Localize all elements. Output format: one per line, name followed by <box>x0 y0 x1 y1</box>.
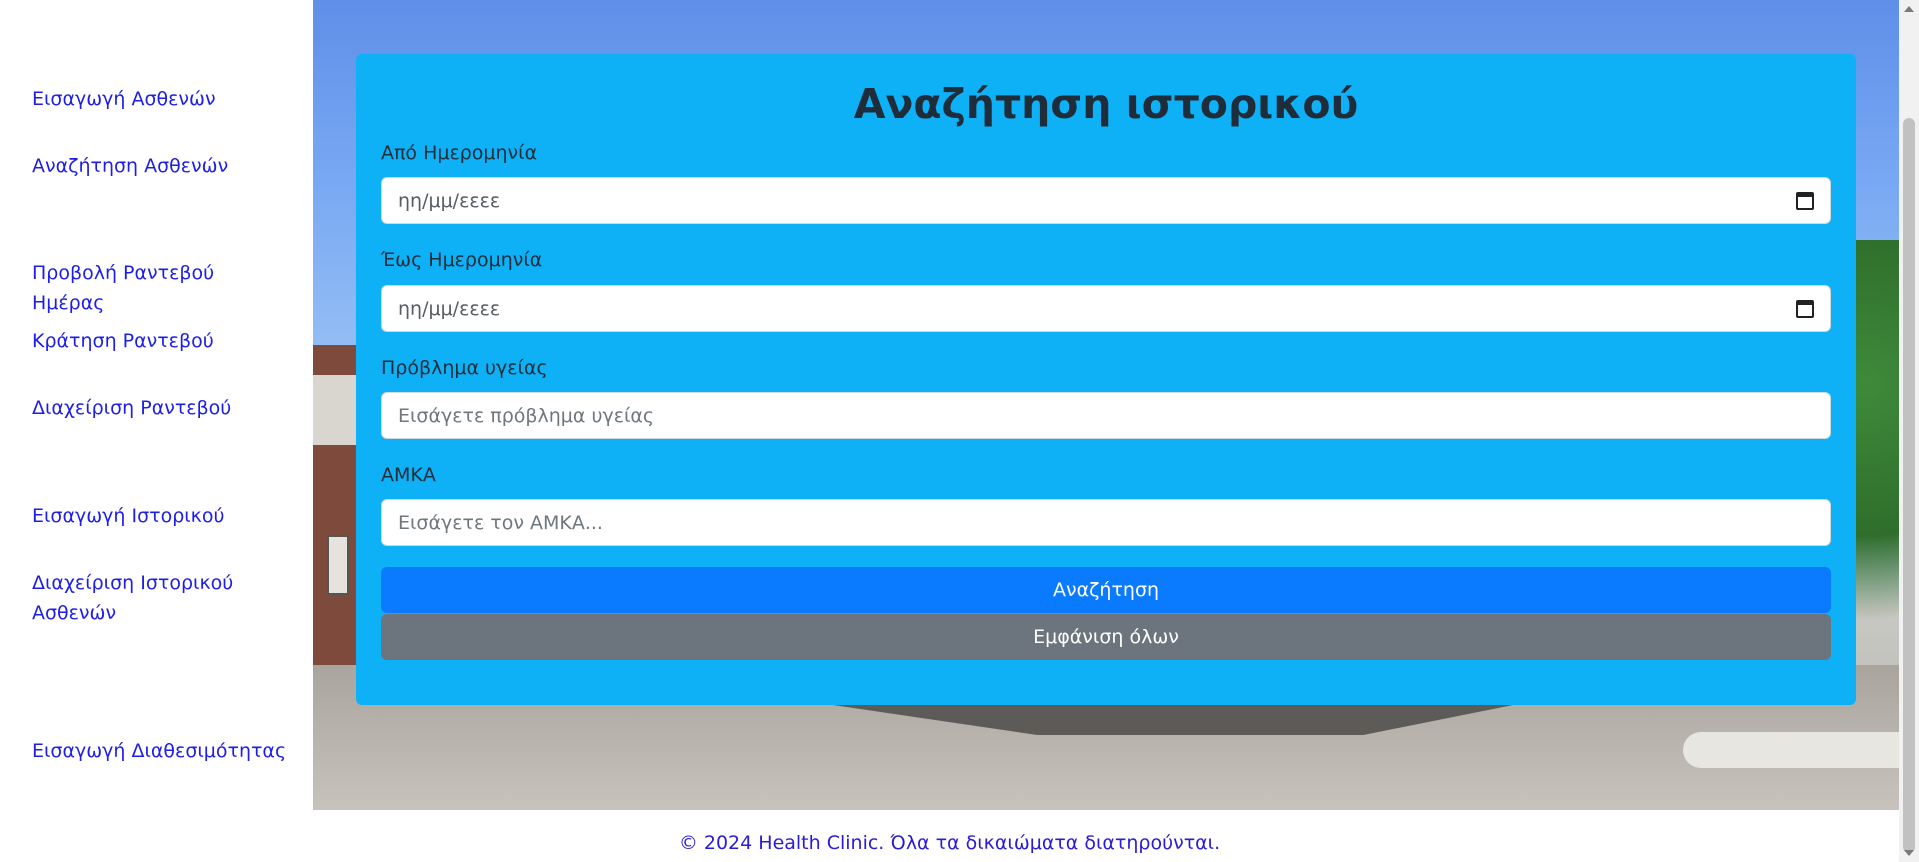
clinic-sign <box>313 375 361 445</box>
from-date-input[interactable]: ηη/μμ/εεεε <box>381 177 1831 224</box>
clinic-door <box>327 535 349 595</box>
to-date-label: Έως Ημερομηνία <box>381 249 543 271</box>
amka-input[interactable]: Εισάγετε τον ΑΜΚΑ... <box>381 499 1831 546</box>
sidebar-item-manage-history[interactable]: Διαχείριση Ιστορικού Ασθενών <box>32 568 292 628</box>
sidebar-item-add-history[interactable]: Εισαγωγή Ιστορικού <box>32 501 292 531</box>
vertical-scrollbar[interactable] <box>1899 0 1919 862</box>
scrollbar-thumb[interactable] <box>1903 118 1915 853</box>
to-date-placeholder: ηη/μμ/εεεε <box>398 297 501 320</box>
sidebar-item-add-patient[interactable]: Εισαγωγή Ασθενών <box>32 84 292 114</box>
sidebar-item-add-availability[interactable]: Εισαγωγή Διαθεσιμότητας <box>32 736 292 766</box>
amka-label: ΑΜΚΑ <box>381 464 436 486</box>
calendar-icon[interactable] <box>1796 191 1814 210</box>
scroll-up-arrow-icon[interactable] <box>1904 6 1914 12</box>
search-button[interactable]: Αναζήτηση <box>381 567 1831 613</box>
health-problem-placeholder: Εισάγετε πρόβλημα υγείας <box>398 404 655 427</box>
sidebar-item-manage-appointments[interactable]: Διαχείριση Ραντεβού <box>32 393 292 423</box>
scroll-down-arrow-icon[interactable] <box>1904 850 1914 856</box>
show-all-button[interactable]: Εμφάνιση όλων <box>381 614 1831 660</box>
health-problem-label: Πρόβλημα υγείας <box>381 357 548 379</box>
clinic-building <box>313 345 361 665</box>
sidebar-item-book-appointment[interactable]: Κράτηση Ραντεβού <box>32 326 292 356</box>
calendar-icon[interactable] <box>1796 299 1814 318</box>
history-search-card: Αναζήτηση ιστορικού Από Ημερομηνία ηη/μμ… <box>356 54 1856 705</box>
footer-copyright: © 2024 Health Clinic. Όλα τα δικαιώματα … <box>678 832 1221 854</box>
sidebar: Εισαγωγή Ασθενών Αναζήτηση Ασθενών Προβο… <box>0 0 313 810</box>
page-title: Αναζήτηση ιστορικού <box>853 80 1359 128</box>
amka-placeholder: Εισάγετε τον ΑΜΚΑ... <box>398 511 603 534</box>
curb <box>1683 732 1899 768</box>
from-date-label: Από Ημερομηνία <box>381 142 538 164</box>
health-problem-input[interactable]: Εισάγετε πρόβλημα υγείας <box>381 392 1831 439</box>
from-date-placeholder: ηη/μμ/εεεε <box>398 189 501 212</box>
sidebar-item-daily-appointments[interactable]: Προβολή Ραντεβού Ημέρας <box>32 258 292 318</box>
sidebar-item-search-patient[interactable]: Αναζήτηση Ασθενών <box>32 151 292 181</box>
to-date-input[interactable]: ηη/μμ/εεεε <box>381 285 1831 332</box>
